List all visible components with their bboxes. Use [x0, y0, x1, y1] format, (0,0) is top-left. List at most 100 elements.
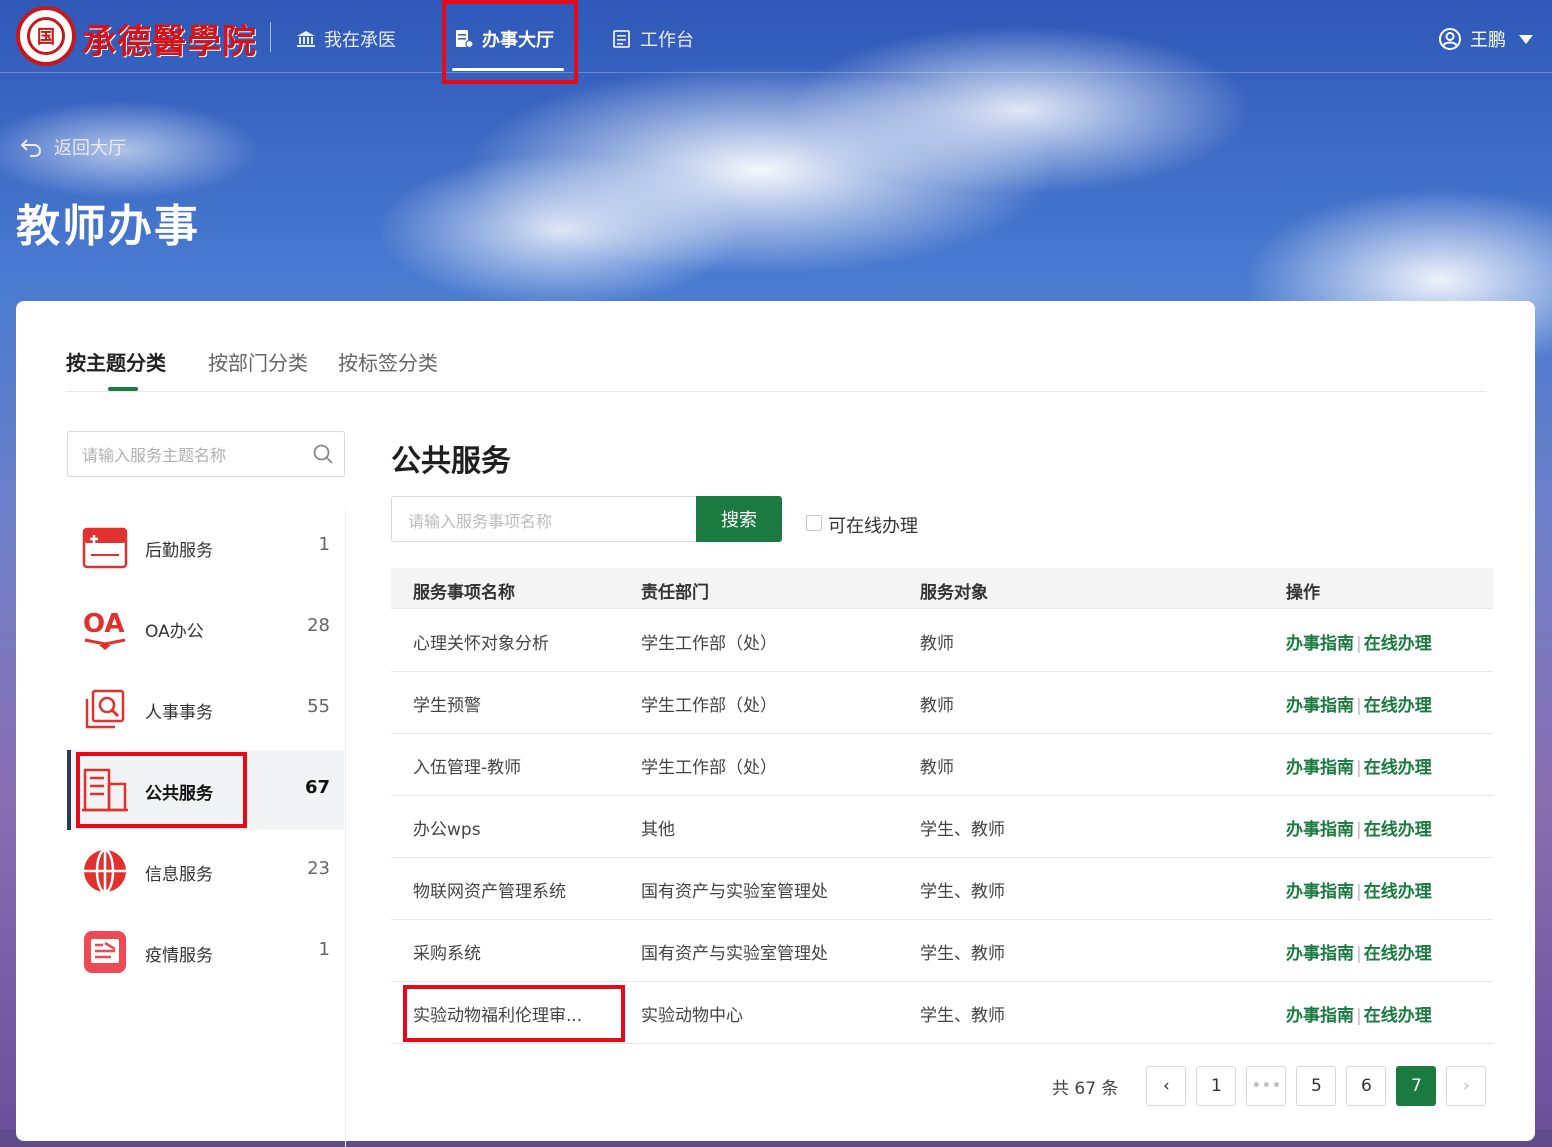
- row-service-name[interactable]: 办公wps: [413, 815, 481, 840]
- school-logo[interactable]: 国: [16, 6, 76, 66]
- row-target: 教师: [920, 758, 954, 778]
- row-actions: 办事指南 | 在线办理: [1286, 877, 1432, 902]
- page-button[interactable]: 5: [1296, 1066, 1337, 1106]
- sidebar-item-label: 疫情服务: [145, 946, 213, 966]
- row-actions: 办事指南 | 在线办理: [1286, 629, 1432, 654]
- row-actions: 办事指南 | 在线办理: [1286, 691, 1432, 716]
- sidebar-item-label: 信息服务: [145, 865, 213, 885]
- action-divider: |: [1356, 634, 1362, 654]
- row-service-name[interactable]: 入伍管理-教师: [413, 753, 521, 778]
- notebook-icon: [613, 30, 630, 48]
- tab-by-tag[interactable]: 按标签分类: [338, 347, 438, 376]
- tab-active-indicator: [108, 387, 138, 391]
- table-row: 入伍管理-教师 学生工作部（处） 教师 办事指南 | 在线办理: [391, 733, 1493, 796]
- sidebar-item-count: 28: [307, 615, 330, 636]
- row-department: 学生工作部（处）: [641, 696, 777, 716]
- column-header: 责任部门: [641, 583, 709, 603]
- guide-link[interactable]: 办事指南: [1286, 1006, 1354, 1026]
- nav-label: 工作台: [640, 30, 694, 51]
- search-icon[interactable]: [312, 443, 334, 465]
- prev-page-button[interactable]: ‹: [1146, 1066, 1187, 1106]
- medical-kit-icon: [82, 527, 128, 569]
- sidebar-item-label: OA办公: [145, 622, 204, 642]
- page-title: 教师办事: [16, 201, 200, 252]
- sidebar-item-epidemic[interactable]: 疫情服务 1: [67, 912, 344, 992]
- column-header: 服务对象: [920, 583, 988, 603]
- page-button-current[interactable]: 7: [1396, 1066, 1437, 1106]
- topic-search-box: [67, 431, 345, 477]
- row-actions: 办事指南 | 在线办理: [1286, 753, 1432, 778]
- row-service-name[interactable]: 心理关怀对象分析: [413, 629, 549, 654]
- online-link[interactable]: 在线办理: [1364, 758, 1432, 778]
- user-menu[interactable]: 王鹏: [1438, 26, 1534, 52]
- row-department: 其他: [641, 820, 675, 840]
- online-link[interactable]: 在线办理: [1364, 696, 1432, 716]
- back-to-hall-link[interactable]: 返回大厅: [20, 134, 126, 160]
- guide-link[interactable]: 办事指南: [1286, 634, 1354, 654]
- school-name: 承德醫學院: [82, 22, 257, 62]
- sidebar-item-count: 67: [304, 777, 330, 798]
- online-link[interactable]: 在线办理: [1364, 944, 1432, 964]
- row-target: 学生、教师: [920, 882, 1005, 902]
- sidebar-item-oa[interactable]: OA OA办公 28: [67, 588, 344, 668]
- nav-separator: [270, 22, 271, 52]
- row-service-name[interactable]: 采购系统: [413, 939, 481, 964]
- sidebar-item-label: 后勤服务: [145, 541, 213, 561]
- pagination: 共 67 条 ‹ 1 ••• 5 6 7 ›: [1052, 1066, 1487, 1106]
- sidebar-item-logistics[interactable]: 后勤服务 1: [67, 507, 344, 587]
- table-header: 服务事项名称 责任部门 服务对象 操作: [391, 568, 1493, 609]
- back-label: 返回大厅: [54, 138, 126, 159]
- row-service-name[interactable]: 物联网资产管理系统: [413, 877, 566, 902]
- online-link[interactable]: 在线办理: [1364, 634, 1432, 654]
- row-target: 教师: [920, 696, 954, 716]
- guide-link[interactable]: 办事指南: [1286, 820, 1354, 840]
- document-search-icon: [85, 689, 125, 729]
- table-row: 办公wps 其他 学生、教师 办事指南 | 在线办理: [391, 795, 1493, 858]
- content-card: 按主题分类 按部门分类 按标签分类 后勤服务 1 OA OA办公 28 人事事务…: [16, 301, 1535, 1147]
- next-page-button[interactable]: ›: [1446, 1066, 1487, 1106]
- guide-link[interactable]: 办事指南: [1286, 944, 1354, 964]
- row-department: 学生工作部（处）: [641, 634, 777, 654]
- guide-link[interactable]: 办事指南: [1286, 696, 1354, 716]
- sidebar-item-label: 人事事务: [145, 703, 213, 723]
- sidebar-item-count: 55: [307, 696, 330, 717]
- table-row: 心理关怀对象分析 学生工作部（处） 教师 办事指南 | 在线办理: [391, 609, 1493, 672]
- highlight-box-sidebar: [76, 752, 247, 828]
- column-header: 服务事项名称: [413, 583, 515, 603]
- tab-by-department[interactable]: 按部门分类: [208, 347, 308, 376]
- page-ellipsis[interactable]: •••: [1246, 1066, 1287, 1106]
- user-circle-icon: [1439, 28, 1461, 50]
- online-checkbox[interactable]: [806, 515, 822, 531]
- service-search-input[interactable]: [406, 508, 680, 534]
- row-target: 学生、教师: [920, 944, 1005, 964]
- online-link[interactable]: 在线办理: [1364, 882, 1432, 902]
- page-button[interactable]: 1: [1196, 1066, 1237, 1106]
- online-checkbox-label[interactable]: 可在线办理: [828, 512, 918, 538]
- search-button[interactable]: 搜索: [696, 496, 782, 542]
- online-link[interactable]: 在线办理: [1364, 820, 1432, 840]
- page-button[interactable]: 6: [1346, 1066, 1387, 1106]
- top-navbar: 国 承德醫學院 我在承医 办事大厅 工作台 王鹏: [0, 0, 1552, 73]
- action-divider: |: [1356, 944, 1362, 964]
- guide-link[interactable]: 办事指南: [1286, 882, 1354, 902]
- service-search-box: [391, 496, 697, 542]
- row-actions: 办事指南 | 在线办理: [1286, 939, 1432, 964]
- tab-by-topic[interactable]: 按主题分类: [66, 347, 166, 376]
- row-actions: 办事指南 | 在线办理: [1286, 1001, 1432, 1026]
- sidebar-item-personnel[interactable]: 人事事务 55: [67, 669, 344, 749]
- online-link[interactable]: 在线办理: [1364, 1006, 1432, 1026]
- row-department: 学生工作部（处）: [641, 758, 777, 778]
- row-actions: 办事指南 | 在线办理: [1286, 815, 1432, 840]
- nav-item-workbench[interactable]: 工作台: [612, 24, 694, 54]
- logo-mark: 国: [27, 17, 65, 55]
- action-divider: |: [1356, 758, 1362, 778]
- row-service-name[interactable]: 学生预警: [413, 691, 481, 716]
- nav-item-home[interactable]: 我在承医: [296, 24, 396, 54]
- guide-link[interactable]: 办事指南: [1286, 758, 1354, 778]
- row-target: 学生、教师: [920, 1006, 1005, 1026]
- sidebar-item-information[interactable]: 信息服务 23: [67, 831, 344, 911]
- sidebar-item-count: 23: [307, 858, 330, 879]
- topic-search-input[interactable]: [80, 442, 304, 468]
- caret-down-icon: [1519, 35, 1533, 44]
- globe-icon: [84, 848, 126, 894]
